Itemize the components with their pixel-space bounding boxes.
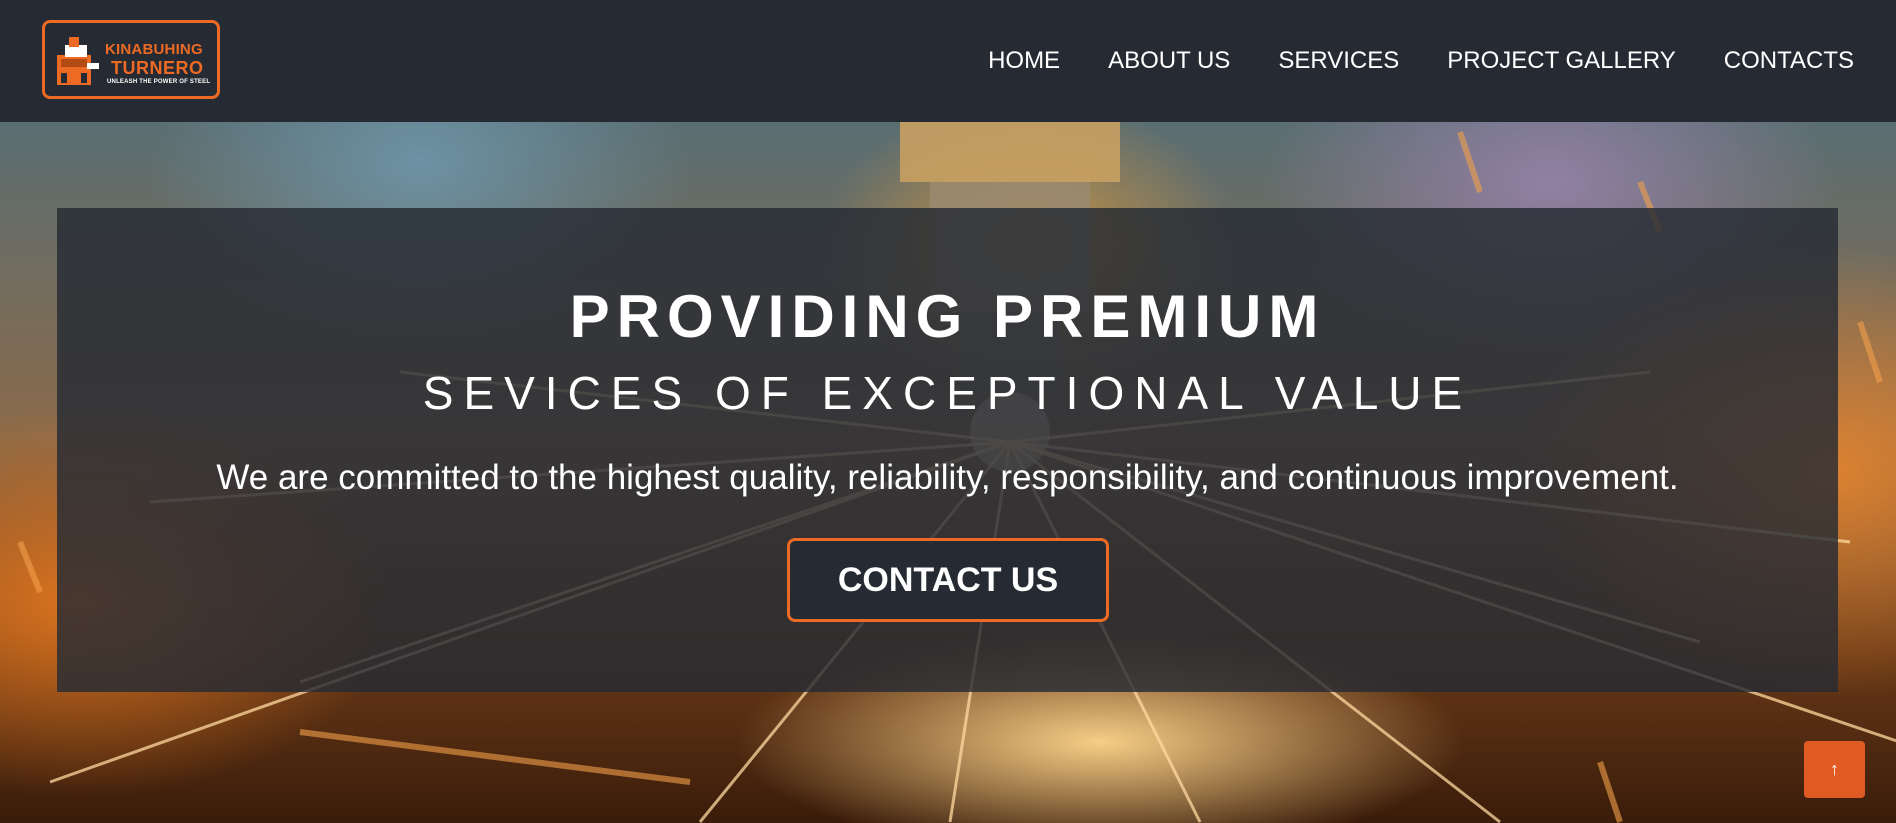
hero-subtitle: SEVICES OF EXCEPTIONAL VALUE — [422, 367, 1473, 419]
nav-project-gallery[interactable]: PROJECT GALLERY — [1447, 47, 1676, 75]
hero-title: PROVIDING PREMIUM — [569, 283, 1326, 350]
site-header: KINABUHING TURNERO UNLEASH THE POWER OF … — [0, 0, 1896, 122]
nav-contacts[interactable]: CONTACTS — [1724, 47, 1854, 75]
nav-services[interactable]: SERVICES — [1278, 47, 1399, 75]
arrow-up-icon: ↑ — [1830, 759, 1839, 779]
nav-home[interactable]: HOME — [988, 47, 1060, 75]
brand-name-line2: TURNERO — [111, 58, 204, 78]
machine-icon — [57, 37, 99, 85]
nav-about-us[interactable]: ABOUT US — [1108, 47, 1230, 75]
brand-logo[interactable]: KINABUHING TURNERO UNLEASH THE POWER OF … — [42, 20, 220, 99]
brand-name-line1: KINABUHING — [105, 41, 203, 58]
scroll-to-top-button[interactable]: ↑ — [1804, 741, 1865, 798]
contact-us-button[interactable]: CONTACT US — [787, 538, 1109, 622]
brand-slogan: UNLEASH THE POWER OF STEEL — [107, 79, 211, 85]
hero-tagline: We are committed to the highest quality,… — [216, 458, 1679, 497]
hero-overlay-panel: PROVIDING PREMIUM SEVICES OF EXCEPTIONAL… — [57, 208, 1838, 692]
main-nav: HOME ABOUT US SERVICES PROJECT GALLERY C… — [988, 46, 1854, 76]
hero-section: PROVIDING PREMIUM SEVICES OF EXCEPTIONAL… — [0, 122, 1896, 823]
